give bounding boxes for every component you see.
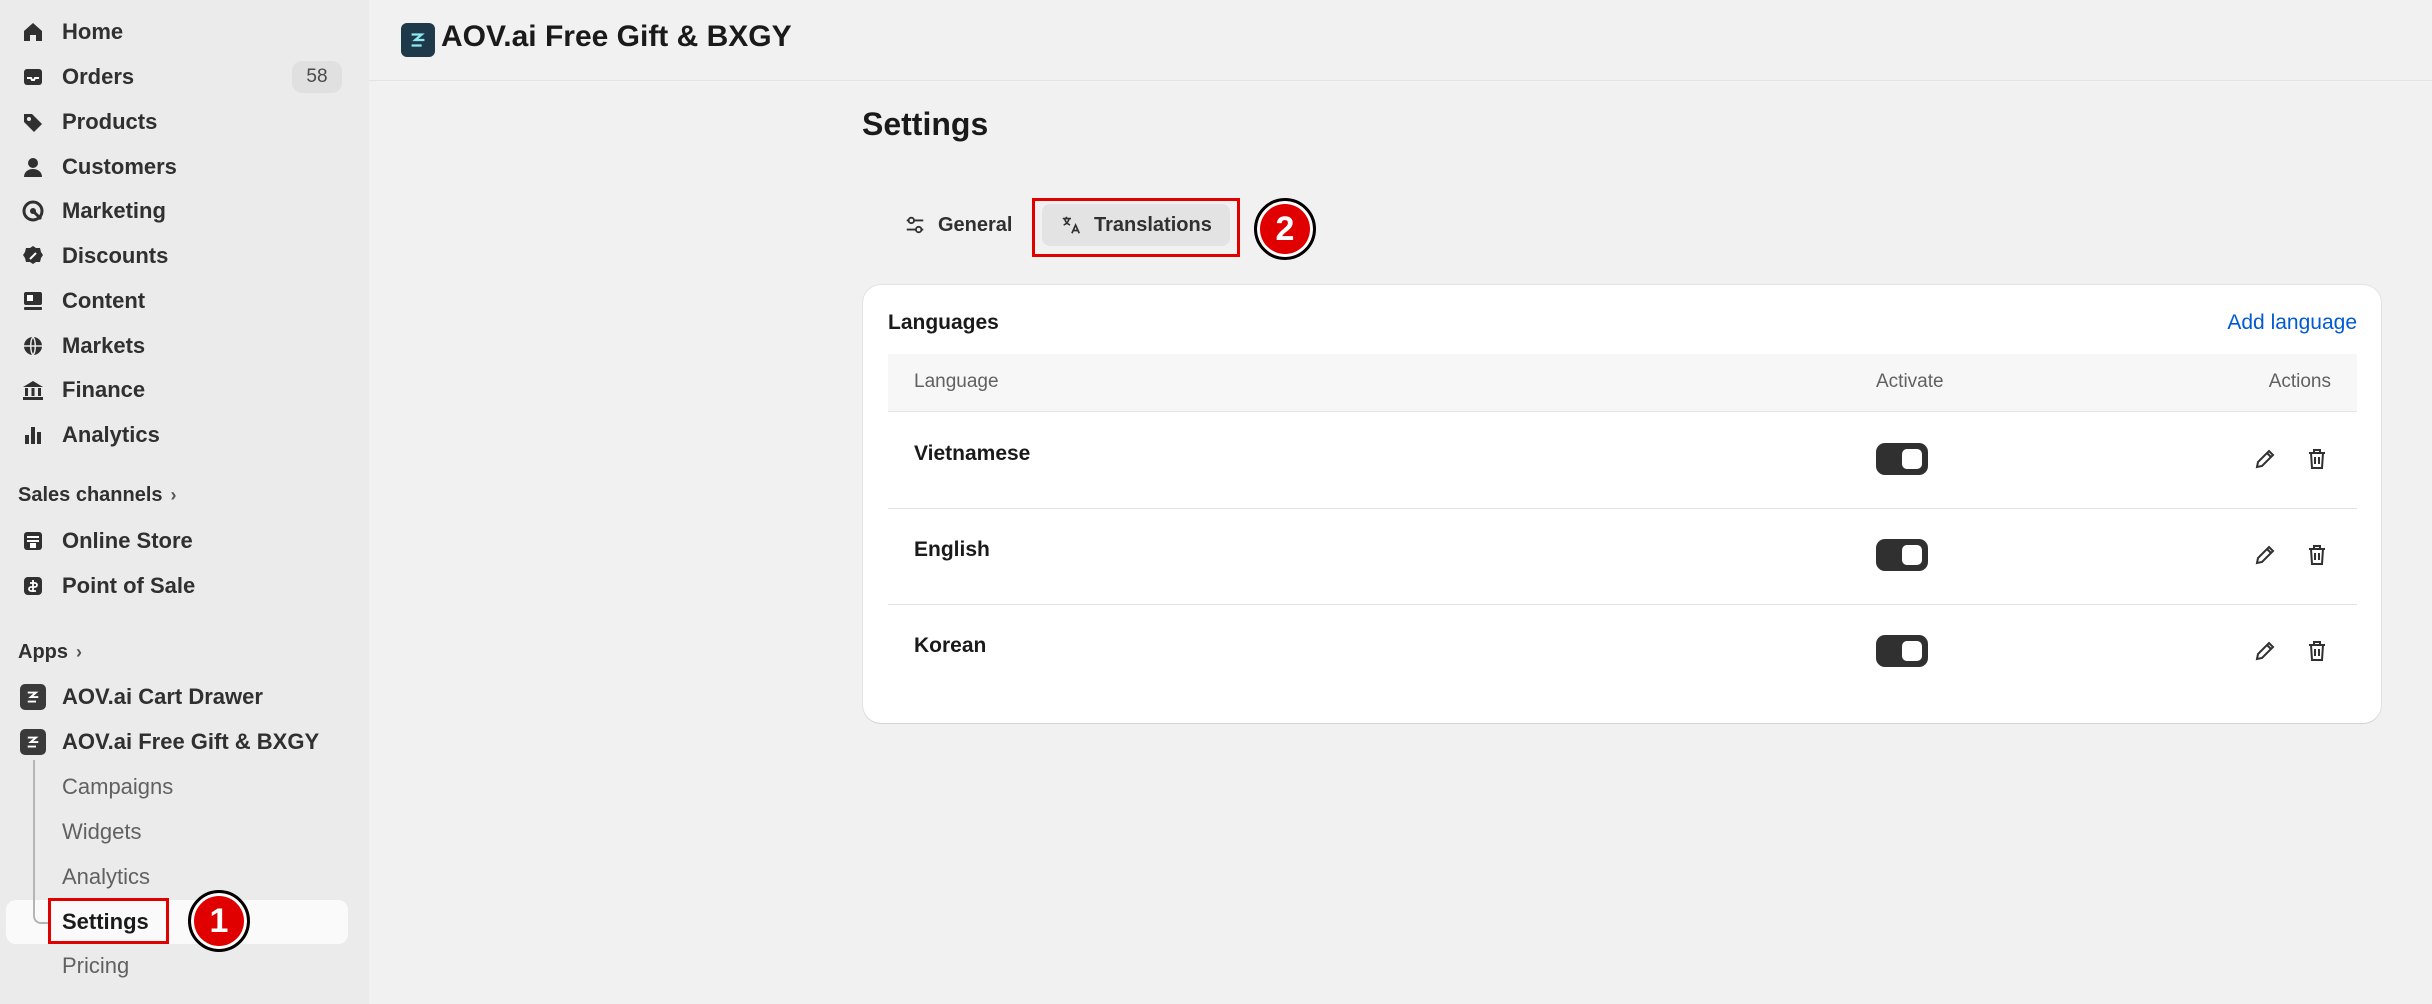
pos-icon bbox=[18, 571, 48, 601]
globe-icon bbox=[18, 331, 48, 361]
toggle-knob bbox=[1902, 449, 1922, 469]
orders-count-badge: 58 bbox=[292, 61, 342, 93]
sidebar-subitem-campaigns[interactable]: Campaigns bbox=[62, 767, 173, 807]
sidebar-subitem-widgets[interactable]: Widgets bbox=[62, 812, 141, 852]
tree-elbow bbox=[33, 900, 49, 924]
edit-button[interactable] bbox=[2251, 637, 2279, 665]
language-name: Vietnamese bbox=[914, 442, 1031, 465]
column-header-activate: Activate bbox=[1876, 371, 1944, 392]
sidebar-item-marketing[interactable]: Marketing bbox=[18, 191, 342, 231]
content-icon bbox=[18, 286, 48, 316]
sidebar-item-orders[interactable]: Orders 58 bbox=[18, 57, 342, 97]
sidebar-item-label: Finance bbox=[62, 377, 146, 402]
sidebar-item-markets[interactable]: Markets bbox=[18, 326, 342, 366]
page-title: Settings bbox=[862, 106, 989, 142]
person-icon bbox=[18, 152, 48, 182]
sidebar-item-discounts[interactable]: Discounts bbox=[18, 236, 342, 276]
tree-line bbox=[33, 760, 35, 920]
sidebar-subitem-pricing[interactable]: Pricing bbox=[62, 946, 129, 986]
annotation-box-translations bbox=[1032, 198, 1240, 257]
target-icon bbox=[18, 196, 48, 226]
sidebar-item-content[interactable]: Content bbox=[18, 281, 342, 321]
sidebar-item-label: Content bbox=[62, 288, 146, 313]
language-name: English bbox=[914, 538, 990, 561]
tab-label: General bbox=[938, 213, 1013, 236]
sidebar-item-products[interactable]: Products bbox=[18, 102, 342, 142]
pencil-icon bbox=[2255, 641, 2275, 661]
card-title: Languages bbox=[888, 311, 999, 334]
trash-icon bbox=[2309, 449, 2325, 469]
sidebar-item-home[interactable]: Home bbox=[18, 12, 342, 52]
sidebar-item-label: Discounts bbox=[62, 243, 169, 268]
chevron-right-icon: › bbox=[76, 642, 82, 662]
sidebar-item-customers[interactable]: Customers bbox=[18, 147, 342, 187]
delete-button[interactable] bbox=[2303, 541, 2331, 569]
pencil-icon bbox=[2255, 449, 2275, 469]
app-title: AOV.ai Free Gift & BXGY bbox=[441, 20, 792, 53]
sidebar-item-online-store[interactable]: Online Store bbox=[18, 521, 342, 561]
sales-channels-heading[interactable]: Sales channels › bbox=[18, 484, 177, 507]
sliders-icon bbox=[906, 216, 924, 234]
tag-icon bbox=[18, 107, 48, 137]
chevron-right-icon: › bbox=[170, 485, 177, 505]
activate-toggle[interactable] bbox=[1876, 635, 1928, 667]
table-header: Language Activate Actions bbox=[888, 354, 2357, 412]
trash-icon bbox=[2309, 641, 2325, 661]
app-logo-icon bbox=[18, 682, 48, 712]
trash-icon bbox=[2309, 545, 2325, 565]
inbox-icon bbox=[18, 62, 48, 92]
sidebar-item-label: Customers bbox=[62, 154, 177, 179]
sidebar-subitem-analytics[interactable]: Analytics bbox=[62, 857, 150, 897]
toggle-knob bbox=[1902, 545, 1922, 565]
sidebar-item-label: AOV.ai Cart Drawer bbox=[62, 684, 263, 709]
languages-card: Languages Add language Language Activate… bbox=[863, 285, 2381, 723]
edit-button[interactable] bbox=[2251, 445, 2279, 473]
activate-toggle[interactable] bbox=[1876, 539, 1928, 571]
sidebar-item-label: AOV.ai Free Gift & BXGY bbox=[62, 729, 320, 754]
toggle-knob bbox=[1902, 641, 1922, 661]
apps-heading[interactable]: Apps › bbox=[18, 641, 82, 664]
tab-general[interactable]: General bbox=[886, 204, 1030, 246]
app-logo-icon bbox=[401, 23, 435, 57]
sidebar-item-aov-free-gift[interactable]: AOV.ai Free Gift & BXGY bbox=[18, 722, 342, 762]
sidebar-item-label: Online Store bbox=[62, 528, 193, 553]
column-header-actions: Actions bbox=[2268, 371, 2331, 392]
discount-icon bbox=[18, 241, 48, 271]
store-icon bbox=[18, 526, 48, 556]
home-icon bbox=[18, 17, 48, 47]
table-row: Korean bbox=[888, 604, 2357, 700]
sidebar-item-aov-cart-drawer[interactable]: AOV.ai Cart Drawer bbox=[18, 677, 342, 717]
annotation-marker-1: 1 bbox=[188, 890, 250, 952]
delete-button[interactable] bbox=[2303, 637, 2331, 665]
sidebar: Home Orders 58 Products Customers Market… bbox=[0, 0, 369, 1004]
edit-button[interactable] bbox=[2251, 541, 2279, 569]
sidebar-item-point-of-sale[interactable]: Point of Sale bbox=[18, 566, 342, 606]
sidebar-item-label: Marketing bbox=[62, 198, 166, 223]
activate-toggle[interactable] bbox=[1876, 443, 1928, 475]
app-logo-icon bbox=[18, 727, 48, 757]
sidebar-item-label: Orders bbox=[62, 64, 135, 89]
sidebar-item-finance[interactable]: Finance bbox=[18, 370, 342, 410]
pencil-icon bbox=[2255, 545, 2275, 565]
bar-chart-icon bbox=[18, 420, 48, 450]
annotation-box-settings bbox=[48, 898, 169, 944]
add-language-link[interactable]: Add language bbox=[2227, 311, 2357, 335]
sidebar-item-label: Markets bbox=[62, 333, 146, 358]
column-header-language: Language bbox=[914, 371, 999, 392]
table-row: English bbox=[888, 508, 2357, 605]
sidebar-item-label: Products bbox=[62, 109, 158, 134]
sidebar-item-analytics[interactable]: Analytics bbox=[18, 415, 342, 455]
app-header: AOV.ai Free Gift & BXGY bbox=[369, 0, 2432, 81]
annotation-marker-2: 2 bbox=[1254, 198, 1316, 260]
language-name: Korean bbox=[914, 634, 987, 657]
bank-icon bbox=[18, 375, 48, 405]
sidebar-item-label: Point of Sale bbox=[62, 573, 196, 598]
table-row: Vietnamese bbox=[888, 412, 2357, 509]
sidebar-item-label: Home bbox=[62, 19, 124, 44]
delete-button[interactable] bbox=[2303, 445, 2331, 473]
sidebar-item-label: Analytics bbox=[62, 422, 160, 447]
